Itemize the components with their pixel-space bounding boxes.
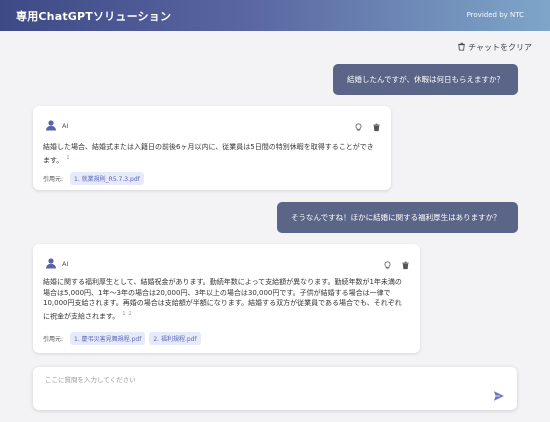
reference-list: 引用元: 1. 慶弔災害見舞規程.pdf 2. 福利規程.pdf [43, 332, 201, 345]
trash-icon[interactable] [372, 117, 381, 136]
ai-message-header: AI [45, 116, 68, 135]
reference-label: 引用元: [43, 176, 64, 183]
provider-label: Provided by NTC [466, 11, 524, 19]
lightbulb-icon[interactable] [383, 255, 392, 274]
footnote-marker[interactable]: 1 [122, 311, 125, 317]
ai-message-text: 結婚に関する福利厚生として、結婚祝金があります。勤続年数によって支給額が異なりま… [43, 278, 402, 320]
ai-message-header: AI [45, 254, 68, 273]
user-avatar-icon [45, 254, 57, 273]
send-icon[interactable] [493, 387, 505, 401]
lightbulb-icon[interactable] [354, 117, 363, 136]
reference-label: 引用元: [43, 336, 64, 343]
reference-chip[interactable]: 1. 就業規則_R5.7.3.pdf [70, 172, 144, 185]
message-actions [354, 117, 381, 136]
chat-input[interactable] [43, 375, 467, 385]
user-message-text: そうなんですね！ほかに結婚に関する福利厚生はありますか？ [291, 213, 501, 222]
user-message: そうなんですね！ほかに結婚に関する福利厚生はありますか？ [277, 202, 518, 233]
chat-input-container [33, 367, 517, 410]
footnote-marker[interactable]: 2 [129, 311, 132, 317]
clear-chat-button[interactable]: チャットをクリア [457, 42, 532, 53]
reference-list: 引用元: 1. 就業規則_R5.7.3.pdf [43, 172, 144, 185]
user-message: 結婚したんですが、休暇は何日もらえますか？ [333, 64, 518, 95]
app-header: 専用ChatGPTソリューション Provided by NTC [0, 0, 550, 31]
reference-chip[interactable]: 2. 福利規程.pdf [149, 332, 201, 345]
ai-message-text: 結婚した場合、結婚式または入籍日の前後6ヶ月以内に、従業員は5日間の特別休暇を取… [43, 143, 374, 164]
ai-message-card: AI 結婚に関する福利厚生として、結婚祝金があります。勤続年数によって支給額が異… [33, 244, 420, 353]
app-title: 専用ChatGPTソリューション [16, 10, 172, 23]
trash-icon [457, 42, 466, 53]
ai-label: AI [62, 121, 69, 130]
reference-chip[interactable]: 1. 慶弔災害見舞規程.pdf [70, 332, 146, 345]
user-message-text: 結婚したんですが、休暇は何日もらえますか？ [347, 75, 504, 84]
message-actions [383, 255, 410, 274]
clear-chat-label: チャットをクリア [468, 43, 532, 52]
ai-message-card: AI 結婚した場合、結婚式または入籍日の前後6ヶ月以内に、従業員は5日間の特別休… [33, 106, 391, 190]
footnote-marker[interactable]: 1 [66, 155, 69, 161]
ai-label: AI [62, 259, 69, 268]
user-avatar-icon [45, 116, 57, 135]
trash-icon[interactable] [401, 255, 410, 274]
